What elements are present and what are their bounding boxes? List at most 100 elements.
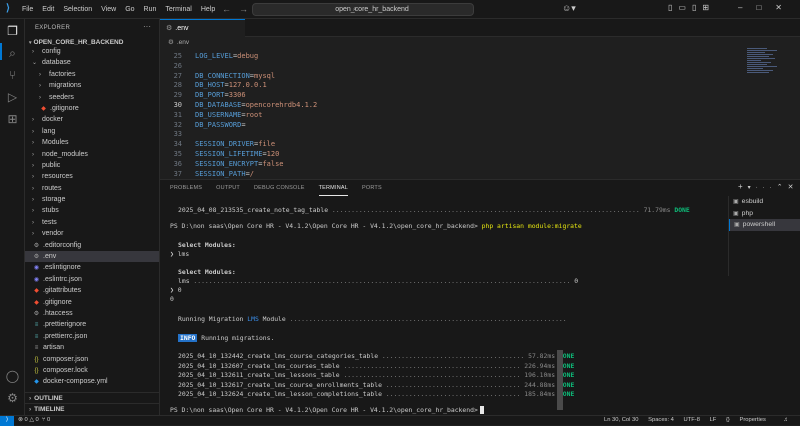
tree-item[interactable]: ⚙ .htaccess	[25, 308, 159, 319]
menu-view[interactable]: View	[101, 6, 116, 13]
language-mode[interactable]: {} Properties	[726, 417, 774, 423]
tree-item[interactable]: › public	[25, 160, 159, 171]
tree-item[interactable]: › factories	[25, 69, 159, 80]
copilot-icon[interactable]: ☺▾	[562, 3, 576, 14]
close-icon[interactable]: ✕	[775, 3, 796, 12]
run-debug-icon[interactable]: ▷	[5, 90, 20, 105]
breadcrumb-file[interactable]: .env	[177, 39, 189, 46]
status-left[interactable]: ⊗ 0 △ 0 ⑂ 0	[18, 416, 50, 425]
env-key: DB_DATABASE	[195, 101, 242, 109]
terminal-line: INFO Running migrations.	[178, 334, 274, 343]
tree-item[interactable]: ⚙ .env	[25, 251, 159, 263]
command-center-search[interactable]: ⌕ open_core_hr_backend	[252, 3, 474, 16]
bell-icon[interactable]: ♫	[784, 417, 788, 423]
menu-run[interactable]: Run	[144, 6, 157, 13]
panel-tab-ports[interactable]: PORTS	[362, 180, 382, 196]
tree-item[interactable]: › vendor	[25, 228, 159, 239]
tree-item[interactable]: › resources	[25, 171, 159, 182]
outline-section[interactable]: › OUTLINE	[25, 392, 159, 403]
code-editor[interactable]: 25 LOG_LEVEL=debug 26 27 DB_CONNECTION=mysql…	[160, 48, 800, 178]
toggle-secondary-sidebar-icon[interactable]: ▯	[692, 3, 702, 12]
line-number: 25	[173, 52, 182, 60]
tree-item[interactable]: › routes	[25, 183, 159, 194]
terminal-line: Select Modules:	[178, 241, 236, 250]
tree-item[interactable]: › tests	[25, 217, 159, 228]
tree-item[interactable]: › stubs	[25, 205, 159, 216]
env-value: root	[245, 110, 263, 119]
tree-item-label: database	[42, 59, 71, 67]
new-terminal-icon[interactable]: +	[738, 182, 748, 191]
tab-env[interactable]: ⚙ .env	[160, 19, 245, 37]
tree-item[interactable]: › migrations	[25, 80, 159, 91]
tree-item[interactable]: {} composer.json	[25, 354, 159, 365]
account-icon[interactable]: ◯	[5, 369, 20, 384]
explorer-title: EXPLORER	[35, 25, 71, 31]
tree-item[interactable]: ◆ .gitignore	[25, 103, 159, 114]
tree-item[interactable]: › Modules	[25, 137, 159, 148]
menu-go[interactable]: Go	[125, 6, 134, 13]
tree-item[interactable]: ⚙ .editorconfig	[25, 240, 159, 251]
cursor-position[interactable]: Ln 30, Col 30	[604, 417, 638, 423]
tree-item-label: .eslintrc.json	[43, 275, 82, 283]
tree-item[interactable]: ◆ docker-compose.yml	[25, 376, 159, 387]
tree-item-label: .prettierignore	[43, 321, 87, 329]
eol[interactable]: LF	[710, 417, 717, 423]
tree-item-label: composer.lock	[43, 366, 88, 374]
timeline-section[interactable]: › TIMELINE	[25, 403, 159, 414]
tree-item[interactable]: › storage	[25, 194, 159, 205]
minimize-icon[interactable]: –	[738, 3, 756, 12]
toggle-sidebar-icon[interactable]: ▯	[668, 3, 678, 12]
panel-tab-terminal[interactable]: TERMINAL	[318, 180, 348, 196]
tree-item[interactable]: ≡ .prettierrc.json	[25, 331, 159, 342]
tree-item[interactable]: › docker	[25, 114, 159, 125]
tree-item[interactable]: › seeders	[25, 92, 159, 103]
close-panel-icon[interactable]: ✕	[788, 184, 799, 191]
code-line: 25 LOG_LEVEL=debug	[160, 51, 259, 61]
tree-item[interactable]: {} composer.lock	[25, 365, 159, 376]
toggle-panel-icon[interactable]: ▭	[678, 3, 692, 12]
menu-file[interactable]: File	[22, 6, 33, 13]
dropdown-icon[interactable]: ▾	[748, 185, 756, 191]
tree-item[interactable]: › lang	[25, 126, 159, 137]
code-line: 30 DB_DATABASE=opencorehrdb4.1.2	[160, 100, 318, 110]
extensions-icon[interactable]: ⊞	[5, 112, 20, 127]
panel-tab-output[interactable]: OUTPUT	[216, 180, 240, 196]
explorer-icon[interactable]: ❐	[5, 24, 20, 39]
tree-item[interactable]: ≡ .prettierignore	[25, 319, 159, 330]
more-icon[interactable]: ···	[756, 185, 777, 191]
layout-controls: ▯▭▯⊞	[668, 3, 715, 12]
terminal-scrollbar[interactable]	[557, 350, 563, 410]
menu-terminal[interactable]: Terminal	[165, 6, 191, 13]
terminal-output[interactable]: 2025_04_08_213535_create_note_tag_table …	[160, 196, 726, 416]
dot-leader: ........................................…	[339, 361, 525, 370]
minimap[interactable]	[745, 48, 790, 88]
tree-item[interactable]: ◉ .eslintrc.json	[25, 274, 159, 285]
manage-gear-icon[interactable]: ⚙	[5, 391, 20, 406]
customize-layout-icon[interactable]: ⊞	[702, 3, 715, 12]
tree-item[interactable]: › node_modules	[25, 149, 159, 160]
maximize-icon[interactable]: □	[756, 3, 775, 12]
panel-tab-problems[interactable]: PROBLEMS	[170, 180, 202, 196]
panel-tab-debug-console[interactable]: DEBUG CONSOLE	[254, 180, 305, 196]
tree-item[interactable]: ⌄ database	[25, 57, 159, 68]
tree-item[interactable]: › config	[25, 46, 159, 57]
menu-help[interactable]: Help	[201, 6, 215, 13]
menu-selection[interactable]: Selection	[63, 6, 92, 13]
more-actions-icon[interactable]: ···	[143, 22, 151, 31]
search-view-icon[interactable]: ⌕	[5, 46, 20, 61]
indentation[interactable]: Spaces: 4	[648, 417, 674, 423]
menu-edit[interactable]: Edit	[42, 6, 54, 13]
tree-item-label: docker-compose.yml	[43, 378, 108, 386]
back-icon[interactable]: ←	[222, 4, 239, 14]
code-line: 27 DB_CONNECTION=mysql	[160, 71, 276, 81]
encoding[interactable]: UTF-8	[684, 417, 700, 423]
tree-item[interactable]: ◆ .gitignore	[25, 297, 159, 308]
terminal-instance-powershell[interactable]: ▣ powershell	[729, 219, 800, 231]
tree-item[interactable]: ◉ .eslintignore	[25, 262, 159, 273]
tree-item[interactable]: ◆ .gitattributes	[25, 285, 159, 296]
source-control-icon[interactable]: ⑂	[5, 68, 20, 83]
maximize-panel-icon[interactable]: ⌃	[777, 184, 788, 191]
terminal-instance-php[interactable]: ▣ php	[729, 208, 800, 220]
tree-item[interactable]: ≡ artisan	[25, 342, 159, 353]
terminal-instance-esbuild[interactable]: ▣ esbuild	[729, 196, 800, 208]
